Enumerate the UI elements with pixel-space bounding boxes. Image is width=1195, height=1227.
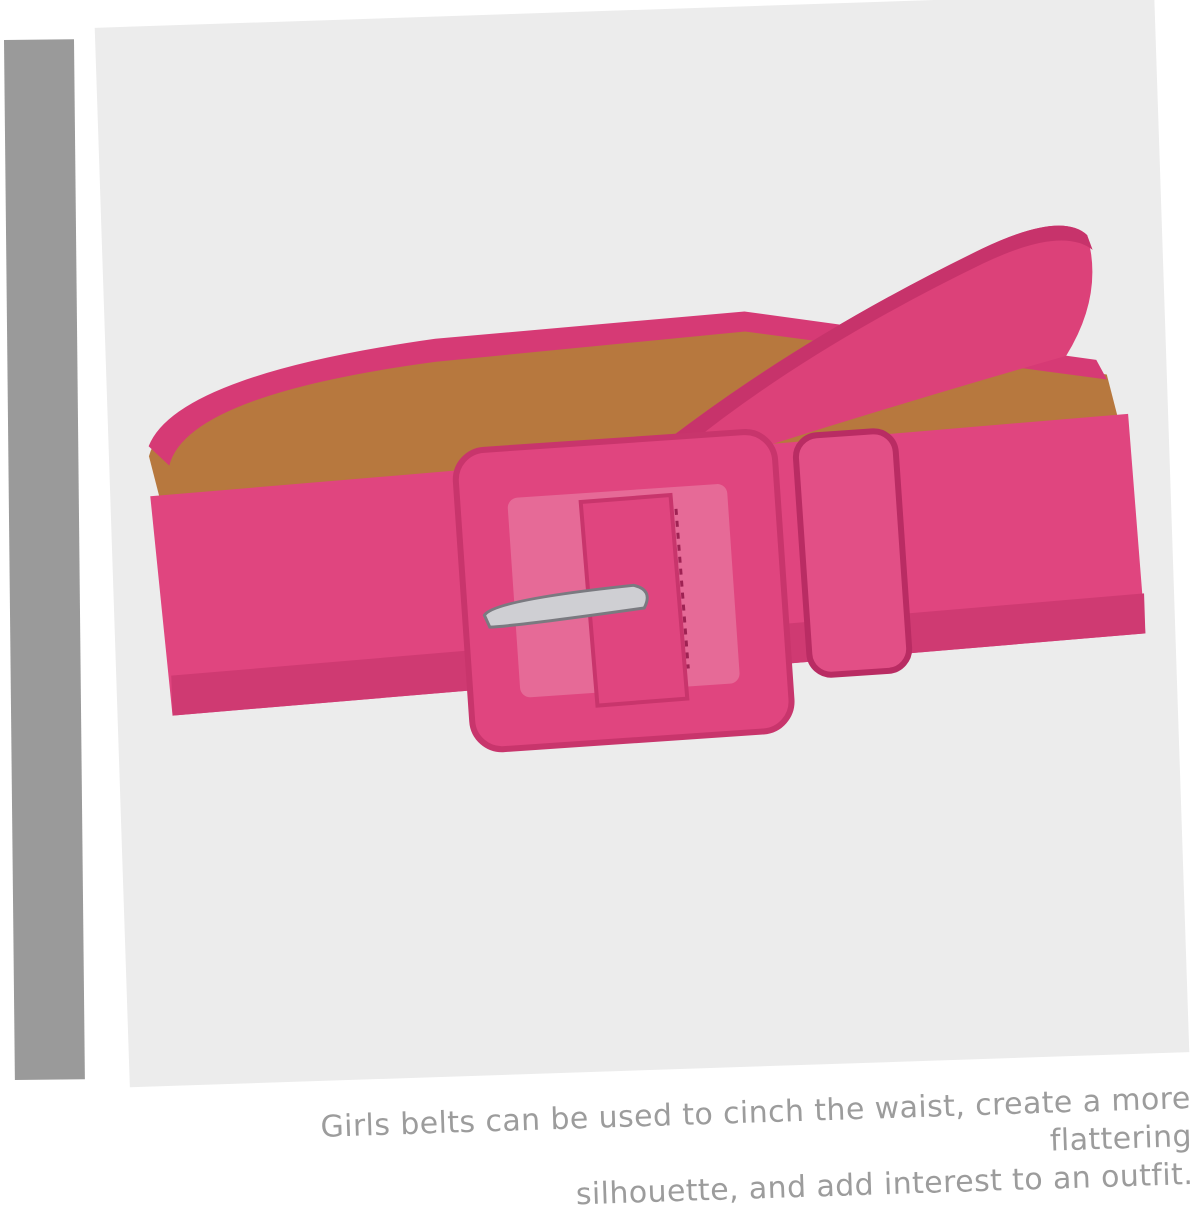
product-photo <box>94 0 1190 1088</box>
belt-keeper <box>792 428 913 678</box>
side-gray-bar <box>4 39 85 1080</box>
product-caption: Girls belts can be used to cinch the wai… <box>181 1080 1194 1227</box>
belt-illustration <box>148 225 1146 753</box>
